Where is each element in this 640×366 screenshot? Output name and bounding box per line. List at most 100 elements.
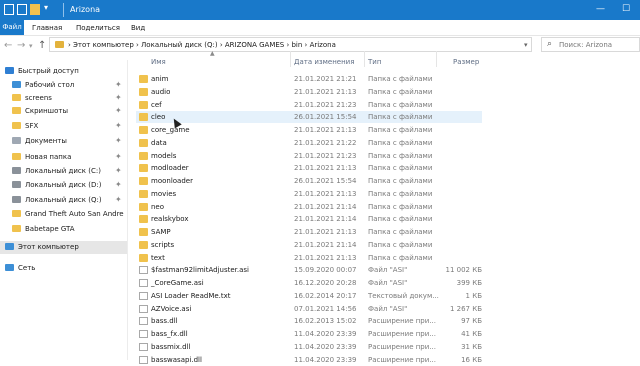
file-name: $fastman92limitAdjuster.asi [151,266,249,275]
sidebar-item[interactable]: Документы ✦ [0,135,127,148]
file-type: Папка с файлами [368,228,433,236]
folder-icon[interactable] [30,4,40,15]
folder-icon [139,240,148,249]
sidebar-item[interactable]: Babetape GTA [0,223,127,236]
column-divider[interactable] [364,51,365,67]
up-icon[interactable]: ↑ [38,40,46,51]
tab-share[interactable]: Поделиться [76,24,120,32]
sidebar-item[interactable]: SFX ✦ [0,120,127,133]
sidebar-item[interactable]: Этот компьютер [0,241,127,254]
file-row[interactable]: bass.dll 16.02.2013 15:02 Расширение при..… [136,315,482,327]
sidebar-item[interactable]: Локальный диск (D:) ✦ [0,179,127,192]
title-separator [63,3,64,17]
recent-locations-icon[interactable]: ▾ [29,42,33,50]
folder-icon [139,253,148,262]
minimize-button[interactable]: — [596,4,605,14]
sidebar-item[interactable]: Сеть [0,262,127,275]
column-name[interactable]: Имя [151,58,166,66]
file-row[interactable]: $fastman92limitAdjuster.asi 15.09.2020 00… [136,264,482,276]
file-row[interactable]: bass_fx.dll 11.04.2020 23:39 Расширение пр… [136,328,482,340]
folder-icon [139,189,148,198]
file-name: models [151,151,177,160]
tab-home[interactable]: Главная [32,24,62,32]
file-row[interactable]: text 21.01.2021 21:13 Папка с файлами [136,252,482,264]
file-name: SAMP [151,228,171,236]
folder-icon [139,138,148,147]
pin-icon: ✦ [115,93,122,102]
file-name: cef [151,100,162,109]
column-divider[interactable] [290,51,291,67]
tab-file[interactable]: Файл [0,20,24,35]
file-row[interactable]: core_game 21.01.2021 21:13 Папка с файлами [136,124,482,136]
sidebar-item[interactable]: Рабочий стол ✦ [0,79,127,92]
sidebar-item-label: screens [25,94,52,102]
sidebar-item[interactable]: Скриншоты ✦ [0,105,127,118]
folder-icon [12,225,21,232]
file-row[interactable]: data 21.01.2021 21:22 Папка с файлами [136,137,482,149]
pin-icon: ✦ [115,121,122,130]
column-date[interactable]: Дата изменения [294,58,354,66]
file-name: data [151,138,167,147]
sidebar-item[interactable]: screens ✦ [0,92,127,105]
folder-icon [139,75,148,83]
breadcrumb[interactable]: › Этот компьютер › Локальный диск (Q:) ›… [68,41,336,49]
file-date: 21.01.2021 21:22 [294,138,357,147]
file-type: Папка с файлами [368,253,433,262]
search-icon: ⌕ [547,39,553,49]
file-name: neo [151,202,165,211]
folder-icon [12,153,21,160]
file-row[interactable]: anim 21.01.2021 21:21 Папка с файлами [136,73,482,85]
sidebar-item[interactable]: Локальный диск (Q:) ✦ [0,194,127,207]
file-name: movies [151,189,177,198]
file-date: 21.01.2021 21:13 [294,189,357,198]
file-name: modloader [151,164,189,173]
tab-view[interactable]: Вид [131,24,145,32]
file-row[interactable]: audio 21.01.2021 21:13 Папка с файлами [136,86,482,98]
file-row[interactable]: cef 21.01.2021 21:23 Папка с файлами [136,99,482,111]
file-row[interactable]: _CoreGame.asi 16.12.2020 20:28 Файл "ASI" 3… [136,277,482,289]
maximize-button[interactable]: ☐ [622,4,630,14]
file-row[interactable]: AZVoice.asi 07.01.2021 14:56 Файл "ASI" 1 2… [136,303,482,315]
file-row[interactable]: movies 21.01.2021 21:13 Папка с файлами [136,188,482,200]
file-type: Папка с файлами [368,100,433,109]
sidebar-item[interactable]: Быстрый доступ [0,65,127,78]
file-icon [139,304,148,313]
file-icon [139,330,148,338]
properties-icon[interactable] [4,4,14,15]
file-type: Папка с файлами [368,126,433,134]
file-row[interactable]: bassmix.dll 11.04.2020 23:39 Расширение пр… [136,341,482,353]
file-date: 21.01.2021 21:14 [294,215,357,224]
refresh-icon[interactable]: ▾ [524,41,528,49]
file-size: 1 267 КБ [449,304,482,313]
file-type: Папка с файлами [368,215,433,224]
file-row[interactable]: ASI Loader ReadMe.txt 16.02.2014 20:17 Тек… [136,290,482,302]
file-date: 21.01.2021 21:23 [294,100,357,109]
file-row[interactable]: cleo 26.01.2021 15:54 Папка с файлами [136,111,482,124]
file-row[interactable]: scripts 21.01.2021 21:14 Папка с файлами [136,239,482,251]
file-type: Папка с файлами [368,75,433,83]
customize-toolbar-icon[interactable]: ▾ [44,3,48,12]
file-row[interactable]: SAMP 21.01.2021 21:13 Папка с файлами [136,226,482,238]
column-size[interactable]: Размер [453,58,479,66]
file-row[interactable]: models 21.01.2021 21:23 Папка с файлами [136,150,482,162]
file-name: bassmix.dll [151,342,191,351]
sidebar-item[interactable]: Grand Theft Auto San Andre [0,208,127,221]
folder-icon [139,177,148,185]
computer-icon [5,243,14,250]
sidebar-item-label: Локальный диск (C:) [25,167,101,175]
file-row[interactable]: neo 21.01.2021 21:14 Папка с файлами [136,201,482,213]
column-type[interactable]: Тип [368,58,381,66]
file-row[interactable]: moonloader 26.01.2021 15:54 Папка с файлам… [136,175,482,187]
star-icon [5,67,14,74]
back-icon[interactable]: ← [4,40,12,51]
file-row[interactable]: realskybox 21.01.2021 21:14 Папка с файлам… [136,213,482,225]
address-bar[interactable]: › Этот компьютер › Локальный диск (Q:) ›… [49,37,532,52]
file-icon [139,291,148,300]
sidebar-item[interactable]: Локальный диск (C:) ✦ [0,165,127,178]
forward-icon[interactable]: → [17,40,25,51]
search-input[interactable]: ⌕ Поиск: Arizona [541,37,640,52]
column-divider[interactable] [436,51,437,67]
file-row[interactable]: modloader 21.01.2021 21:13 Папка с файлами [136,162,482,174]
sidebar-item[interactable]: Новая папка ✦ [0,151,127,164]
checkbox-icon[interactable] [17,4,27,15]
